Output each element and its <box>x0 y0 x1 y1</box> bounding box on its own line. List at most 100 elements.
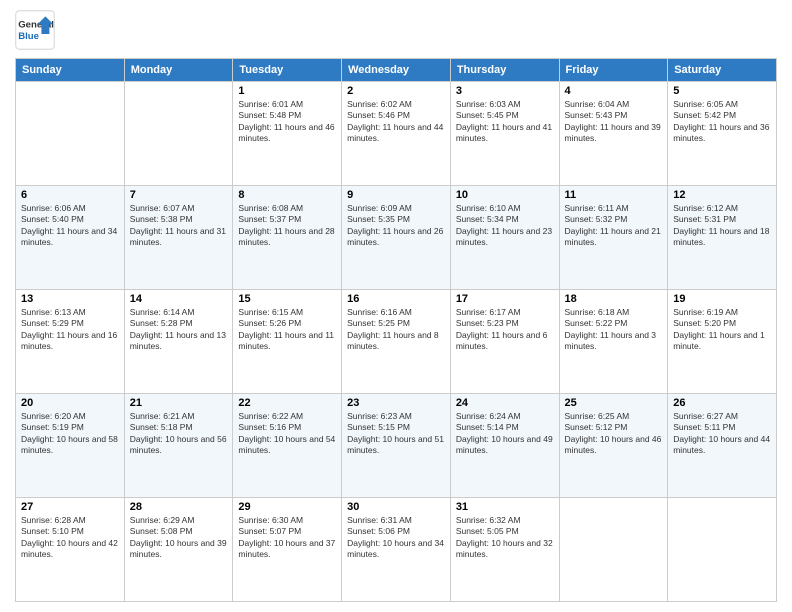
calendar-cell: 22 Sunrise: 6:22 AM Sunset: 5:16 PM Dayli… <box>233 394 342 498</box>
day-info: Sunrise: 6:10 AM Sunset: 5:34 PM Dayligh… <box>456 203 554 249</box>
day-info: Sunrise: 6:14 AM Sunset: 5:28 PM Dayligh… <box>130 307 228 353</box>
day-info: Sunrise: 6:06 AM Sunset: 5:40 PM Dayligh… <box>21 203 119 249</box>
calendar-cell: 13 Sunrise: 6:13 AM Sunset: 5:29 PM Dayli… <box>16 290 125 394</box>
day-number: 14 <box>130 293 228 305</box>
day-info: Sunrise: 6:29 AM Sunset: 5:08 PM Dayligh… <box>130 515 228 561</box>
calendar-cell: 10 Sunrise: 6:10 AM Sunset: 5:34 PM Dayli… <box>450 186 559 290</box>
day-number: 21 <box>130 397 228 409</box>
calendar-cell: 30 Sunrise: 6:31 AM Sunset: 5:06 PM Dayli… <box>342 498 451 602</box>
day-number: 18 <box>565 293 663 305</box>
day-info: Sunrise: 6:15 AM Sunset: 5:26 PM Dayligh… <box>238 307 336 353</box>
calendar-cell: 9 Sunrise: 6:09 AM Sunset: 5:35 PM Daylig… <box>342 186 451 290</box>
calendar-cell: 2 Sunrise: 6:02 AM Sunset: 5:46 PM Daylig… <box>342 82 451 186</box>
calendar-header-monday: Monday <box>124 59 233 82</box>
day-info: Sunrise: 6:07 AM Sunset: 5:38 PM Dayligh… <box>130 203 228 249</box>
day-info: Sunrise: 6:16 AM Sunset: 5:25 PM Dayligh… <box>347 307 445 353</box>
day-number: 4 <box>565 85 663 97</box>
day-info: Sunrise: 6:25 AM Sunset: 5:12 PM Dayligh… <box>565 411 663 457</box>
logo-svg: General Blue <box>15 10 55 50</box>
day-number: 12 <box>673 189 771 201</box>
day-number: 29 <box>238 501 336 513</box>
day-info: Sunrise: 6:30 AM Sunset: 5:07 PM Dayligh… <box>238 515 336 561</box>
calendar-header-wednesday: Wednesday <box>342 59 451 82</box>
calendar-cell: 5Sunrise: 6:05 AM Sunset: 5:42 PM Daylig… <box>668 82 777 186</box>
day-info: Sunrise: 6:24 AM Sunset: 5:14 PM Dayligh… <box>456 411 554 457</box>
day-number: 5 <box>673 85 771 97</box>
day-info: Sunrise: 6:23 AM Sunset: 5:15 PM Dayligh… <box>347 411 445 457</box>
day-info: Sunrise: 6:11 AM Sunset: 5:32 PM Dayligh… <box>565 203 663 249</box>
calendar-header-row: SundayMondayTuesdayWednesdayThursdayFrid… <box>16 59 777 82</box>
day-number: 13 <box>21 293 119 305</box>
day-number: 22 <box>238 397 336 409</box>
day-info: Sunrise: 6:20 AM Sunset: 5:19 PM Dayligh… <box>21 411 119 457</box>
calendar-week-3: 13 Sunrise: 6:13 AM Sunset: 5:29 PM Dayli… <box>16 290 777 394</box>
day-number: 23 <box>347 397 445 409</box>
calendar-header-saturday: Saturday <box>668 59 777 82</box>
calendar-cell: 21 Sunrise: 6:21 AM Sunset: 5:18 PM Dayli… <box>124 394 233 498</box>
calendar-cell: 14 Sunrise: 6:14 AM Sunset: 5:28 PM Dayli… <box>124 290 233 394</box>
day-info: Sunrise: 6:18 AM Sunset: 5:22 PM Dayligh… <box>565 307 663 353</box>
calendar-cell: 19 Sunrise: 6:19 AM Sunset: 5:20 PM Dayli… <box>668 290 777 394</box>
calendar-cell: 1Sunrise: 6:01 AM Sunset: 5:48 PM Daylig… <box>233 82 342 186</box>
day-number: 6 <box>21 189 119 201</box>
calendar-cell: 8Sunrise: 6:08 AM Sunset: 5:37 PM Daylig… <box>233 186 342 290</box>
calendar-cell: 23 Sunrise: 6:23 AM Sunset: 5:15 PM Dayli… <box>342 394 451 498</box>
day-number: 24 <box>456 397 554 409</box>
calendar-cell <box>559 498 668 602</box>
day-info: Sunrise: 6:32 AM Sunset: 5:05 PM Dayligh… <box>456 515 554 561</box>
day-number: 25 <box>565 397 663 409</box>
day-info: Sunrise: 6:27 AM Sunset: 5:11 PM Dayligh… <box>673 411 771 457</box>
day-info: Sunrise: 6:04 AM Sunset: 5:43 PM Dayligh… <box>565 99 663 145</box>
calendar-week-2: 6 Sunrise: 6:06 AM Sunset: 5:40 PM Daylig… <box>16 186 777 290</box>
day-info: Sunrise: 6:09 AM Sunset: 5:35 PM Dayligh… <box>347 203 445 249</box>
day-number: 26 <box>673 397 771 409</box>
calendar-week-4: 20 Sunrise: 6:20 AM Sunset: 5:19 PM Dayli… <box>16 394 777 498</box>
calendar-cell: 6 Sunrise: 6:06 AM Sunset: 5:40 PM Daylig… <box>16 186 125 290</box>
calendar-cell: 17 Sunrise: 6:17 AM Sunset: 5:23 PM Dayli… <box>450 290 559 394</box>
logo: General Blue <box>15 10 61 50</box>
day-number: 11 <box>565 189 663 201</box>
calendar-cell: 24 Sunrise: 6:24 AM Sunset: 5:14 PM Dayli… <box>450 394 559 498</box>
day-info: Sunrise: 6:02 AM Sunset: 5:46 PM Dayligh… <box>347 99 445 145</box>
day-number: 19 <box>673 293 771 305</box>
day-number: 10 <box>456 189 554 201</box>
day-info: Sunrise: 6:12 AM Sunset: 5:31 PM Dayligh… <box>673 203 771 249</box>
day-number: 7 <box>130 189 228 201</box>
calendar-cell: 7 Sunrise: 6:07 AM Sunset: 5:38 PM Daylig… <box>124 186 233 290</box>
day-info: Sunrise: 6:08 AM Sunset: 5:37 PM Dayligh… <box>238 203 336 249</box>
day-number: 16 <box>347 293 445 305</box>
day-number: 3 <box>456 85 554 97</box>
day-info: Sunrise: 6:21 AM Sunset: 5:18 PM Dayligh… <box>130 411 228 457</box>
day-number: 30 <box>347 501 445 513</box>
day-number: 17 <box>456 293 554 305</box>
day-info: Sunrise: 6:31 AM Sunset: 5:06 PM Dayligh… <box>347 515 445 561</box>
day-number: 20 <box>21 397 119 409</box>
day-info: Sunrise: 6:13 AM Sunset: 5:29 PM Dayligh… <box>21 307 119 353</box>
header: General Blue <box>15 10 777 50</box>
page: General Blue SundayMondayTuesdayWednesda… <box>0 0 792 612</box>
day-number: 31 <box>456 501 554 513</box>
day-info: Sunrise: 6:22 AM Sunset: 5:16 PM Dayligh… <box>238 411 336 457</box>
day-number: 2 <box>347 85 445 97</box>
calendar-week-1: 1Sunrise: 6:01 AM Sunset: 5:48 PM Daylig… <box>16 82 777 186</box>
day-number: 15 <box>238 293 336 305</box>
day-info: Sunrise: 6:28 AM Sunset: 5:10 PM Dayligh… <box>21 515 119 561</box>
day-number: 27 <box>21 501 119 513</box>
day-info: Sunrise: 6:17 AM Sunset: 5:23 PM Dayligh… <box>456 307 554 353</box>
calendar-header-tuesday: Tuesday <box>233 59 342 82</box>
calendar-cell: 25 Sunrise: 6:25 AM Sunset: 5:12 PM Dayli… <box>559 394 668 498</box>
day-info: Sunrise: 6:03 AM Sunset: 5:45 PM Dayligh… <box>456 99 554 145</box>
calendar-header-friday: Friday <box>559 59 668 82</box>
calendar-cell: 31 Sunrise: 6:32 AM Sunset: 5:05 PM Dayli… <box>450 498 559 602</box>
day-info: Sunrise: 6:19 AM Sunset: 5:20 PM Dayligh… <box>673 307 771 353</box>
calendar-cell: 28 Sunrise: 6:29 AM Sunset: 5:08 PM Dayli… <box>124 498 233 602</box>
calendar-header-sunday: Sunday <box>16 59 125 82</box>
calendar-cell: 4 Sunrise: 6:04 AM Sunset: 5:43 PM Daylig… <box>559 82 668 186</box>
calendar-cell: 26 Sunrise: 6:27 AM Sunset: 5:11 PM Dayli… <box>668 394 777 498</box>
calendar-cell: 29 Sunrise: 6:30 AM Sunset: 5:07 PM Dayli… <box>233 498 342 602</box>
calendar-cell: 3 Sunrise: 6:03 AM Sunset: 5:45 PM Daylig… <box>450 82 559 186</box>
day-number: 28 <box>130 501 228 513</box>
day-number: 9 <box>347 189 445 201</box>
day-number: 1 <box>238 85 336 97</box>
svg-text:Blue: Blue <box>18 31 39 42</box>
